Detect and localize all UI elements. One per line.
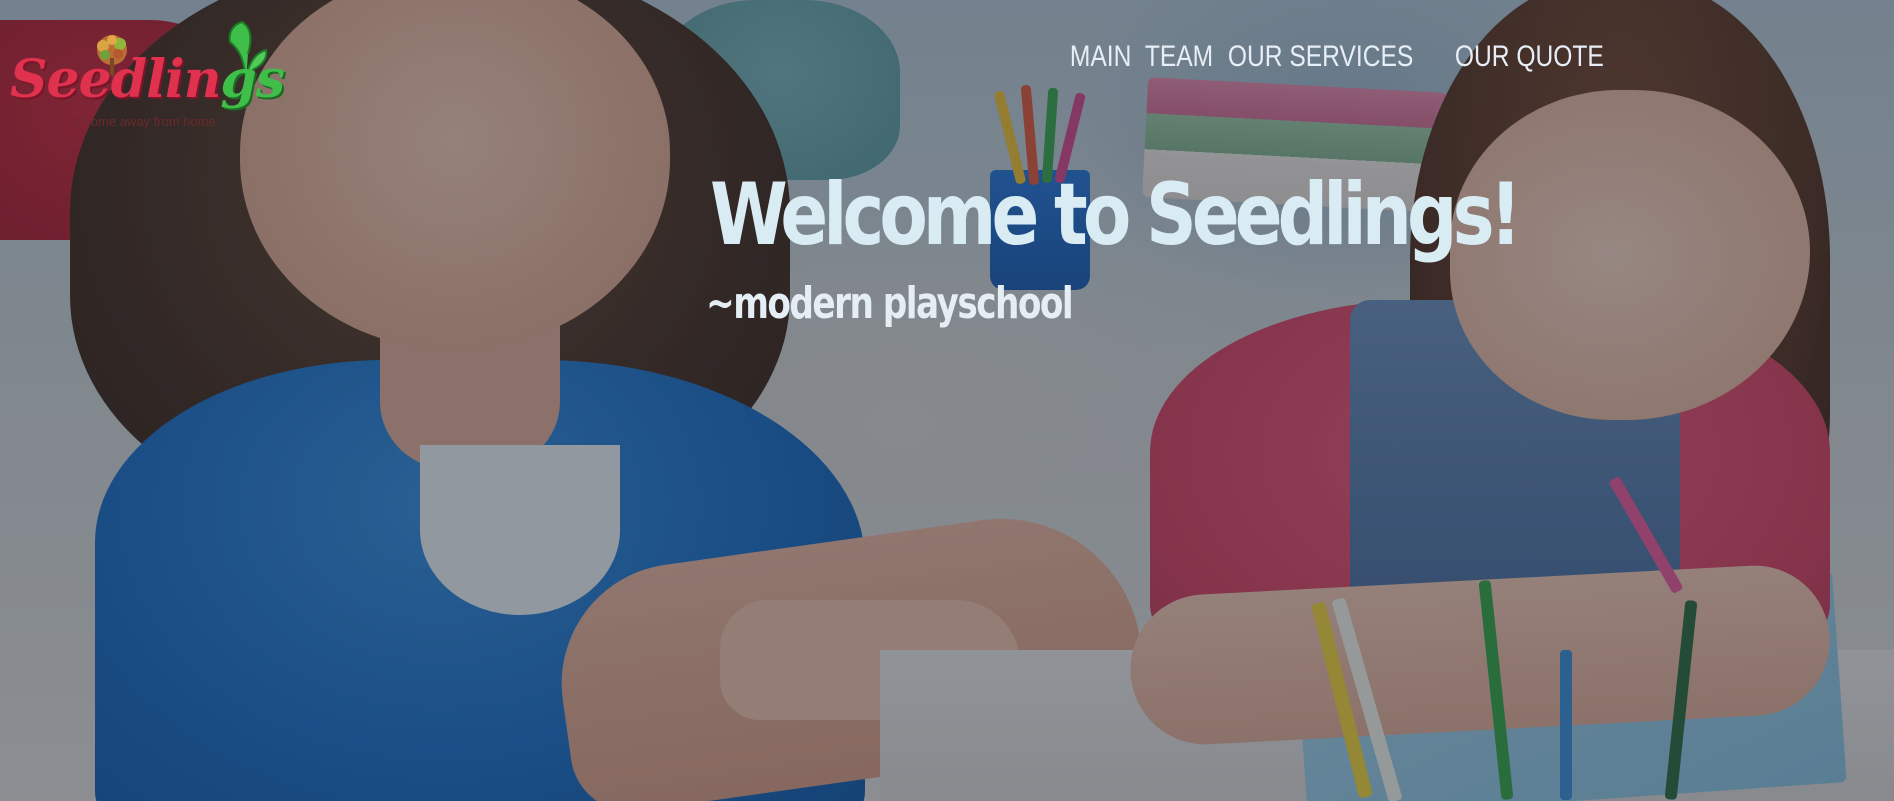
hero-section: Seedlings A home away from home MAIN TEA… bbox=[0, 0, 1894, 801]
nav-link-main[interactable]: MAIN bbox=[1060, 38, 1141, 76]
main-navigation: MAIN TEAM OUR SERVICES OUR QUOTE bbox=[1060, 38, 1650, 76]
logo-tagline: A home away from home bbox=[72, 114, 216, 129]
logo-wordmark: Seedlings bbox=[10, 49, 285, 110]
hero-title: Welcome to Seedlings! bbox=[710, 165, 1522, 265]
nav-link-team[interactable]: TEAM bbox=[1135, 38, 1223, 76]
nav-link-our-services[interactable]: OUR SERVICES bbox=[1218, 38, 1423, 76]
hero-subtitle: ~modern playschool bbox=[706, 278, 1074, 329]
nav-link-our-quote[interactable]: OUR QUOTE bbox=[1445, 38, 1614, 76]
dark-overlay bbox=[0, 0, 1894, 801]
site-logo[interactable]: Seedlings A home away from home bbox=[10, 10, 285, 129]
